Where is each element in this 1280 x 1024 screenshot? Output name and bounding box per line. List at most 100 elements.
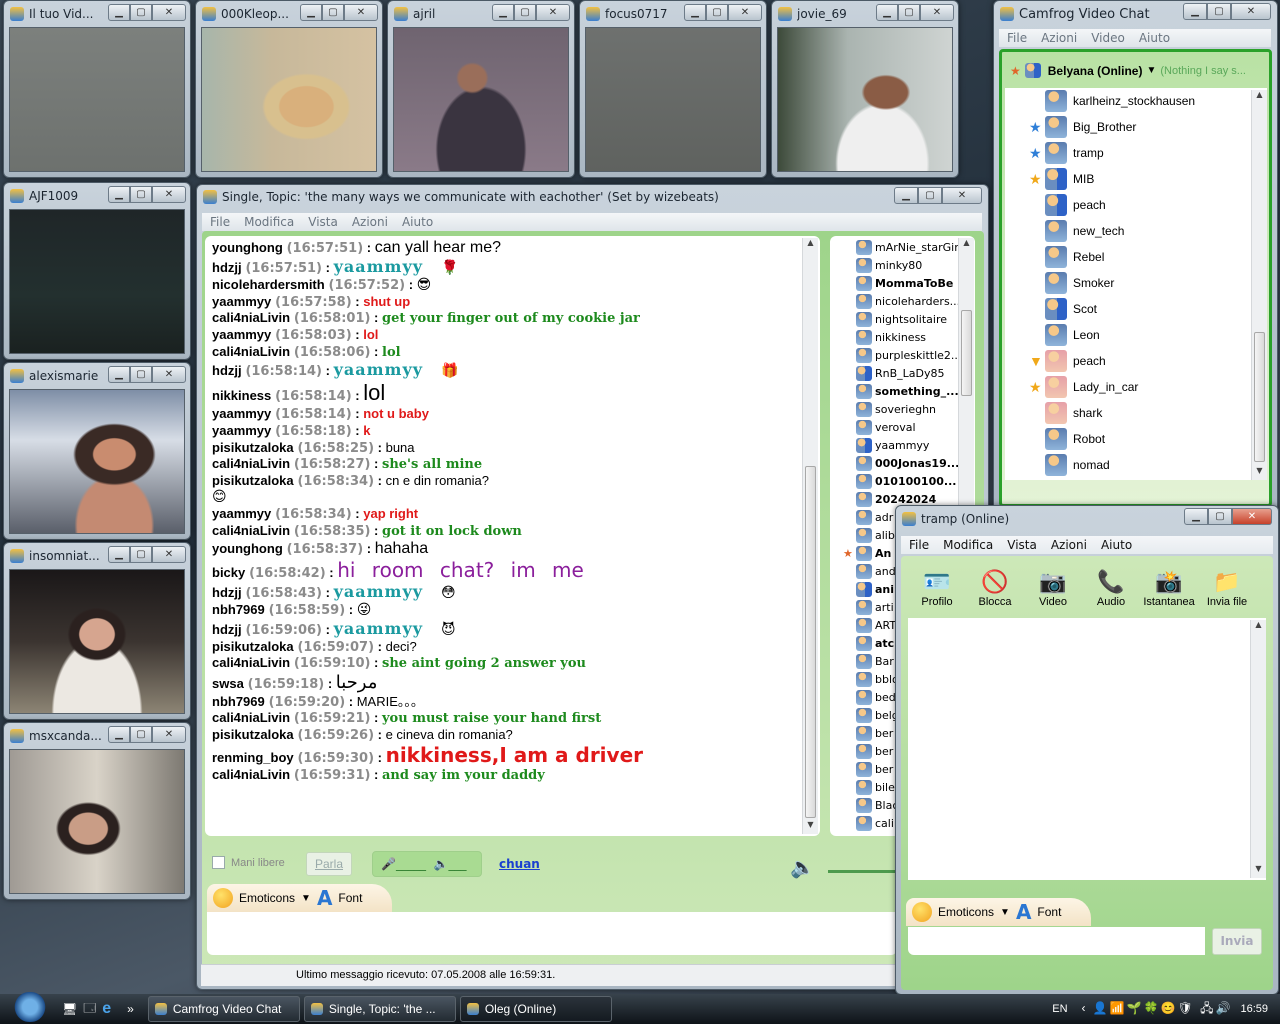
- message-author[interactable]: pisikutzaloka: [212, 639, 294, 654]
- message-author[interactable]: pisikutzaloka: [212, 473, 294, 488]
- show-desktop-icon[interactable]: 🖥: [62, 1002, 77, 1016]
- message-author[interactable]: pisikutzaloka: [212, 727, 294, 742]
- hands-free-checkbox[interactable]: [212, 856, 225, 869]
- audio-button[interactable]: 📞 Audio: [1082, 568, 1140, 608]
- contact-item[interactable]: peach: [1005, 192, 1267, 218]
- volume-slider[interactable]: [828, 870, 898, 873]
- minimize-button[interactable]: ▁: [1183, 3, 1207, 20]
- chevron-down-icon[interactable]: ▼: [1000, 907, 1010, 918]
- menu-aiuto[interactable]: Aiuto: [402, 215, 433, 229]
- emoticon-icon[interactable]: [213, 888, 233, 908]
- language-indicator[interactable]: EN: [1052, 1003, 1067, 1015]
- contact-item[interactable]: ★ Big_Brother: [1005, 114, 1267, 140]
- menu-file[interactable]: File: [1007, 31, 1027, 45]
- message-author[interactable]: younghong: [212, 240, 283, 255]
- clock[interactable]: 16:59: [1240, 1003, 1268, 1015]
- message-author[interactable]: cali4niaLivin: [212, 344, 290, 359]
- chevron-down-icon[interactable]: ▼: [301, 893, 311, 904]
- menu-vista[interactable]: Vista: [308, 215, 338, 229]
- contact-item[interactable]: ★ Lady_in_car: [1005, 374, 1267, 400]
- menu-file[interactable]: File: [909, 538, 929, 552]
- menu-azioni[interactable]: Azioni: [352, 215, 388, 229]
- self-name[interactable]: Belyana (Online): [1048, 64, 1143, 78]
- profilo-button[interactable]: 🪪 Profilo: [908, 568, 966, 608]
- maximize-button[interactable]: ▢: [1207, 3, 1231, 20]
- taskbar-button[interactable]: Camfrog Video Chat: [147, 996, 300, 1022]
- chevron-down-icon[interactable]: ▼: [1146, 65, 1156, 76]
- video-button[interactable]: 📷 Video: [1024, 568, 1082, 608]
- maximize-button[interactable]: ▢: [130, 546, 152, 563]
- taskbar-button[interactable]: Single, Topic: 'the ...: [303, 996, 456, 1022]
- maximize-button[interactable]: ▢: [130, 4, 152, 21]
- contact-item[interactable]: Scot: [1005, 296, 1267, 322]
- message-author[interactable]: yaammyy: [212, 423, 271, 438]
- message-author[interactable]: bicky: [212, 565, 245, 580]
- message-author[interactable]: swsa: [212, 676, 244, 691]
- message-author[interactable]: cali4niaLivin: [212, 310, 290, 325]
- emoticons-button[interactable]: Emoticons: [938, 905, 994, 919]
- talk-button[interactable]: Parla: [306, 852, 352, 876]
- minimize-button[interactable]: ▁: [108, 4, 130, 21]
- message-author[interactable]: nbh7969: [212, 694, 265, 709]
- contact-item[interactable]: new_tech: [1005, 218, 1267, 244]
- emoticons-button[interactable]: Emoticons: [239, 891, 295, 905]
- message-author[interactable]: renming_boy: [212, 750, 294, 765]
- maximize-button[interactable]: ▢: [898, 4, 920, 21]
- message-author[interactable]: yaammyy: [212, 406, 271, 421]
- blocca-button[interactable]: 🚫 Blocca: [966, 568, 1024, 608]
- menu-azioni[interactable]: Azioni: [1041, 31, 1077, 45]
- close-button[interactable]: ✕: [536, 4, 570, 21]
- minimize-button[interactable]: ▁: [876, 4, 898, 21]
- tray-icons[interactable]: ‹ 👤📶🌱🍀😊🛡 🖧🔊: [1082, 999, 1233, 1020]
- minimize-button[interactable]: ▁: [108, 366, 130, 383]
- contact-item[interactable]: ★ MIB: [1005, 166, 1267, 192]
- message-author[interactable]: younghong: [212, 541, 283, 556]
- message-author[interactable]: nicolehardersmith: [212, 277, 325, 292]
- close-button[interactable]: ✕: [152, 546, 186, 563]
- maximize-button[interactable]: ▢: [918, 187, 942, 204]
- menu-video[interactable]: Video: [1091, 31, 1125, 45]
- message-author[interactable]: hdzjj: [212, 585, 242, 600]
- close-button[interactable]: ✕: [152, 186, 186, 203]
- font-button[interactable]: Font: [338, 891, 362, 905]
- contact-item[interactable]: shark: [1005, 400, 1267, 426]
- font-icon[interactable]: A: [1016, 900, 1031, 924]
- message-author[interactable]: hdzjj: [212, 622, 242, 637]
- minimize-button[interactable]: ▁: [894, 187, 918, 204]
- im-message-input[interactable]: [908, 927, 1205, 955]
- menu-aiuto[interactable]: Aiuto: [1101, 538, 1132, 552]
- close-button[interactable]: ✕: [920, 4, 954, 21]
- menu-vista[interactable]: Vista: [1007, 538, 1037, 552]
- minimize-button[interactable]: ▁: [300, 4, 322, 21]
- self-status-message[interactable]: (Nothing I say s...: [1160, 65, 1246, 77]
- message-author[interactable]: cali4niaLivin: [212, 655, 290, 670]
- close-button[interactable]: ✕: [152, 726, 186, 743]
- maximize-button[interactable]: ▢: [130, 366, 152, 383]
- close-button[interactable]: ✕: [152, 4, 186, 21]
- contact-item[interactable]: nomad: [1005, 452, 1267, 478]
- maximize-button[interactable]: ▢: [130, 186, 152, 203]
- chat-scrollbar[interactable]: ▲ ▼: [802, 238, 818, 834]
- istantanea-button[interactable]: 📸 Istantanea: [1140, 568, 1198, 608]
- invia-file-button[interactable]: 📁 Invia file: [1198, 568, 1256, 608]
- message-author[interactable]: pisikutzaloka: [212, 440, 294, 455]
- send-button[interactable]: Invia: [1212, 928, 1262, 955]
- menu-file[interactable]: File: [210, 215, 230, 229]
- message-author[interactable]: nikkiness: [212, 388, 271, 403]
- message-author[interactable]: cali4niaLivin: [212, 710, 290, 725]
- contact-item[interactable]: Leon: [1005, 322, 1267, 348]
- menu-aiuto[interactable]: Aiuto: [1139, 31, 1170, 45]
- close-button[interactable]: ✕: [1231, 3, 1271, 20]
- maximize-button[interactable]: ▢: [706, 4, 728, 21]
- close-button[interactable]: ✕: [728, 4, 762, 21]
- message-author[interactable]: yaammyy: [212, 294, 271, 309]
- im-scrollbar[interactable]: ▲ ▼: [1250, 620, 1266, 878]
- contact-item[interactable]: Rebel: [1005, 244, 1267, 270]
- quicklaunch-overflow-icon[interactable]: »: [127, 1002, 134, 1016]
- message-author[interactable]: cali4niaLivin: [212, 767, 290, 782]
- message-author[interactable]: nbh7969: [212, 602, 265, 617]
- menu-modifica[interactable]: Modifica: [943, 538, 993, 552]
- message-author[interactable]: yaammyy: [212, 506, 271, 521]
- message-input[interactable]: [207, 912, 897, 955]
- current-speaker-link[interactable]: chuan: [499, 857, 540, 871]
